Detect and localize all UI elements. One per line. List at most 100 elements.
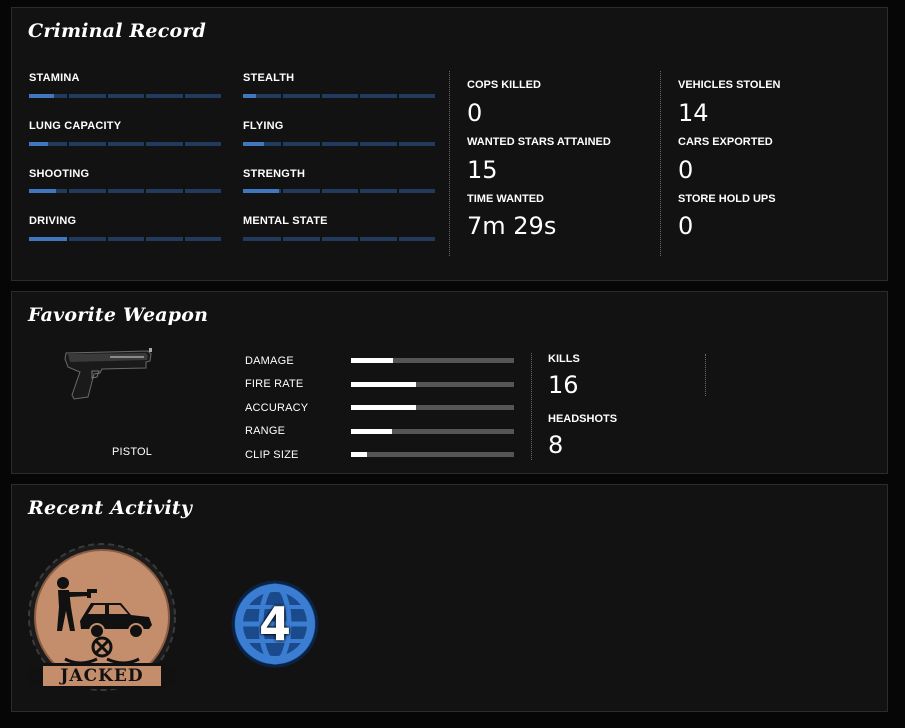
skill-bar-segment-divider <box>106 94 108 98</box>
skill-bar-strength <box>243 189 435 193</box>
globe-rank-number: 4 <box>258 597 291 651</box>
skill-bar-segment-divider <box>183 94 185 98</box>
weapon-stat-bar-range <box>351 429 514 434</box>
skill-bar-segment-divider <box>144 189 146 193</box>
skill-label-stamina: STAMINA <box>29 72 80 84</box>
skill-bar-segment-divider <box>397 189 399 193</box>
weapon-stat-bar-accuracy <box>351 405 514 410</box>
weapon-stat-bar-fill <box>351 429 392 434</box>
stats-divider-2 <box>660 71 661 256</box>
skill-label-mental-state: MENTAL STATE <box>243 215 328 227</box>
skill-bar-segment-divider <box>67 94 69 98</box>
stat-label-cars-exported: CARS EXPORTED <box>678 136 773 148</box>
stat-value-wanted-stars: 15 <box>467 156 498 184</box>
skill-bar-segment-divider <box>183 237 185 241</box>
skill-label-flying: FLYING <box>243 120 284 132</box>
stat-label-vehicles-stolen: VEHICLES STOLEN <box>678 79 781 91</box>
skill-bar-segment-divider <box>183 142 185 146</box>
skill-bar-fill <box>29 94 54 98</box>
skill-bar-lung-capacity <box>29 142 221 146</box>
skill-bar-segment-divider <box>281 237 283 241</box>
weapon-divider-1 <box>531 353 532 460</box>
weapon-divider-2 <box>705 354 706 396</box>
stat-value-vehicles-stolen: 14 <box>678 99 709 127</box>
favorite-weapon-title: Favorite Weapon <box>28 304 209 326</box>
weapon-headshots-label: HEADSHOTS <box>548 413 618 425</box>
stat-value-time-wanted: 7m 29s <box>467 212 557 240</box>
weapon-stat-label-range: RANGE <box>245 425 286 437</box>
skill-bar-segment-divider <box>67 237 69 241</box>
skill-bar-segment-divider <box>358 94 360 98</box>
skill-bar-mental-state <box>243 237 435 241</box>
skill-bar-segment-divider <box>320 94 322 98</box>
skill-bar-segment-divider <box>67 142 69 146</box>
skill-label-shooting: SHOOTING <box>29 168 90 180</box>
skill-bar-segment-divider <box>358 142 360 146</box>
skill-bar-segment-divider <box>397 94 399 98</box>
stat-label-cops-killed: COPS KILLED <box>467 79 541 91</box>
weapon-stat-label-clip-size: CLIP SIZE <box>245 449 299 461</box>
weapon-stat-bar-fill <box>351 452 367 457</box>
stat-label-time-wanted: TIME WANTED <box>467 193 544 205</box>
skill-bar-segment-divider <box>281 189 283 193</box>
stats-divider-1 <box>449 71 450 256</box>
weapon-kills-label: KILLS <box>548 353 580 365</box>
skill-bar-segment-divider <box>144 237 146 241</box>
weapon-stat-bar-damage <box>351 358 514 363</box>
skill-bar-segment-divider <box>358 237 360 241</box>
skill-bar-fill <box>243 142 264 146</box>
weapon-kills-value: 16 <box>548 371 579 399</box>
skill-bar-segment-divider <box>320 142 322 146</box>
criminal-record-title: Criminal Record <box>28 20 207 42</box>
skill-bar-segment-divider <box>183 189 185 193</box>
skill-bar-segment-divider <box>281 94 283 98</box>
criminal-record-panel: Criminal Record STAMINA LUNG CAPACITY SH… <box>11 7 888 281</box>
skill-bar-segment-divider <box>320 237 322 241</box>
stat-label-wanted-stars: WANTED STARS ATTAINED <box>467 136 611 148</box>
favorite-weapon-panel: Favorite Weapon PISTOL DAMAGE FIRE RATE … <box>11 291 888 474</box>
skill-bar-segment-divider <box>320 189 322 193</box>
skill-bar-fill <box>243 94 256 98</box>
skill-bar-segment-divider <box>106 189 108 193</box>
stat-label-store-hold-ups: STORE HOLD UPS <box>678 193 776 205</box>
weapon-stat-label-accuracy: ACCURACY <box>245 402 309 414</box>
recent-activity-title: Recent Activity <box>28 497 193 519</box>
skill-bar-shooting <box>29 189 221 193</box>
skill-bar-flying <box>243 142 435 146</box>
stat-value-store-hold-ups: 0 <box>678 212 694 240</box>
skill-bar-fill <box>29 189 56 193</box>
weapon-stat-bar-fill <box>351 358 393 363</box>
stat-value-cars-exported: 0 <box>678 156 694 184</box>
globe-rank-icon: 4 <box>230 579 320 669</box>
skill-bar-stealth <box>243 94 435 98</box>
skill-bar-fill <box>29 142 48 146</box>
skill-bar-driving <box>29 237 221 241</box>
skill-label-stealth: STEALTH <box>243 72 295 84</box>
skill-label-lung-capacity: LUNG CAPACITY <box>29 120 122 132</box>
weapon-headshots-value: 8 <box>548 431 564 459</box>
skill-bar-fill <box>243 189 279 193</box>
skill-bar-segment-divider <box>397 237 399 241</box>
weapon-stat-label-damage: DAMAGE <box>245 355 294 367</box>
recent-activity-panel: Recent Activity JACKED 4 <box>11 484 888 712</box>
skill-bar-segment-divider <box>397 142 399 146</box>
carjacking-badge-icon: JACKED <box>25 543 179 703</box>
skill-bar-fill <box>29 237 67 241</box>
weapon-name: PISTOL <box>112 446 153 458</box>
pistol-icon <box>64 348 152 400</box>
weapon-stat-bar-fill <box>351 405 416 410</box>
skill-bar-segment-divider <box>144 94 146 98</box>
badge-jacked-label: JACKED <box>60 666 144 686</box>
weapon-stat-bar-clip-size <box>351 452 514 457</box>
skill-bar-segment-divider <box>281 142 283 146</box>
skill-label-driving: DRIVING <box>29 215 77 227</box>
skill-bar-segment-divider <box>144 142 146 146</box>
skill-bar-segment-divider <box>358 189 360 193</box>
skill-label-strength: STRENGTH <box>243 168 306 180</box>
weapon-stat-label-fire-rate: FIRE RATE <box>245 378 304 390</box>
skill-bar-segment-divider <box>106 142 108 146</box>
weapon-stat-bar-fire-rate <box>351 382 514 387</box>
skill-bar-stamina <box>29 94 221 98</box>
stat-value-cops-killed: 0 <box>467 99 483 127</box>
skill-bar-segment-divider <box>106 237 108 241</box>
